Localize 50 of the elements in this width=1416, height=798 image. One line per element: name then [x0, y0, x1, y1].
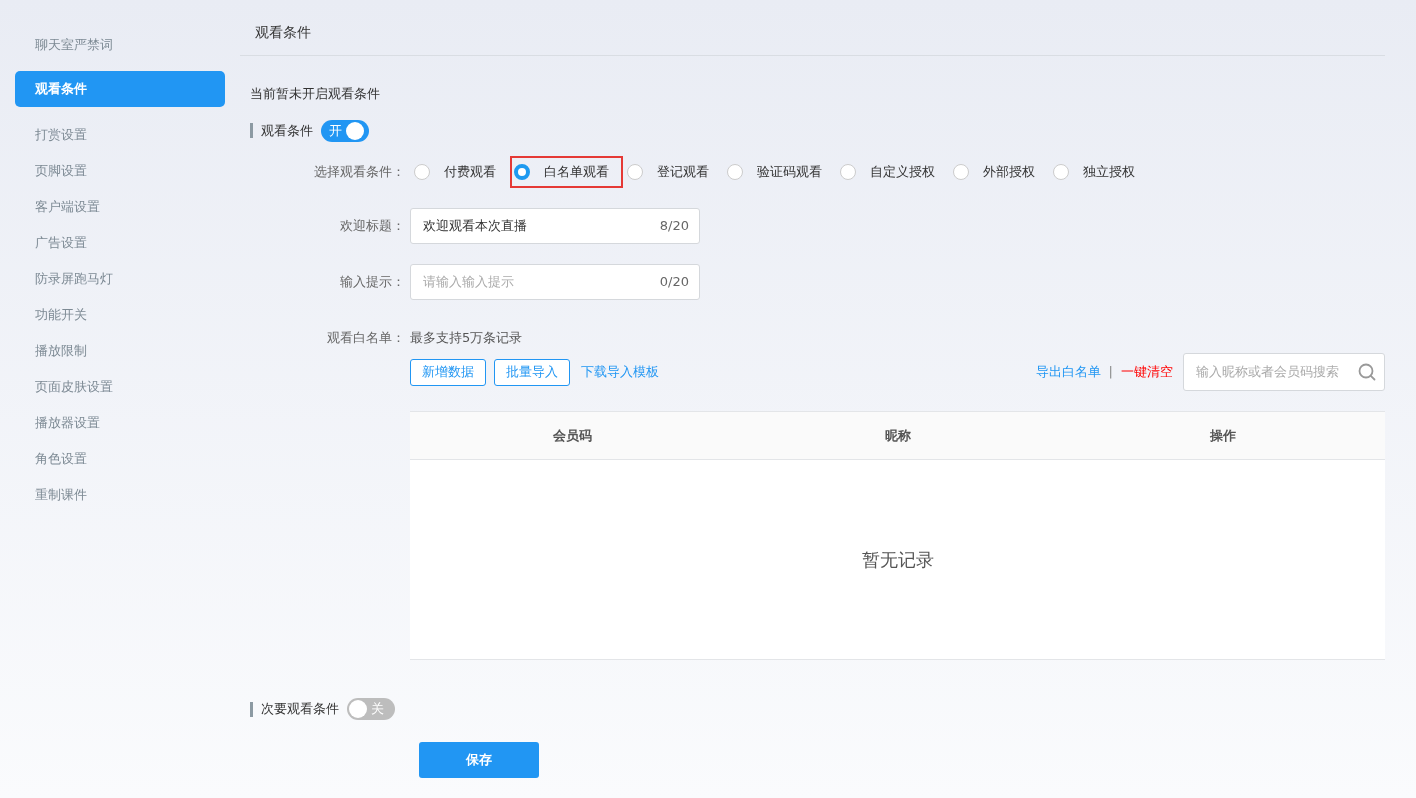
- field-label: 选择观看条件：: [314, 163, 405, 179]
- sidebar-item[interactable]: 角色设置: [15, 441, 225, 477]
- radio-option[interactable]: 付费观看: [410, 155, 510, 188]
- text-field[interactable]: 欢迎观看本次直播 8/20: [410, 207, 700, 244]
- char-counter: 8/20: [659, 216, 689, 235]
- sidebar-item[interactable]: 防录屏跑马灯: [15, 261, 225, 297]
- column-header: 操作: [1209, 426, 1236, 445]
- outline-button[interactable]: 批量导入: [494, 358, 570, 386]
- sidebar-item[interactable]: 播放器设置: [15, 405, 225, 441]
- column-header: 会员码: [553, 426, 592, 445]
- separator: |: [1108, 363, 1113, 382]
- save-button[interactable]: 保存: [419, 742, 539, 778]
- field-label: 观看白名单：: [327, 329, 405, 345]
- sidebar-item[interactable]: 重制课件: [15, 477, 225, 513]
- text-field[interactable]: 请输入输入提示 0/20: [410, 263, 700, 300]
- radio-option[interactable]: 自定义授权: [836, 155, 949, 188]
- sidebar-item[interactable]: 聊天室严禁词: [15, 27, 225, 63]
- field-label: 输入提示：: [340, 273, 405, 289]
- radio-option[interactable]: 验证码观看: [723, 155, 836, 188]
- status-notice: 当前暂未开启观看条件: [250, 86, 380, 101]
- radio-option[interactable]: 白名单观看: [510, 155, 623, 188]
- search-field[interactable]: 输入昵称或者会员码搜索: [1183, 353, 1385, 391]
- sidebar-item[interactable]: 页脚设置: [15, 153, 225, 189]
- sidebar-item[interactable]: 功能开关: [15, 297, 225, 333]
- text-input[interactable]: 请输入输入提示: [421, 264, 660, 299]
- toggle-switch[interactable]: 关: [347, 698, 395, 720]
- export-link[interactable]: 导出白名单: [1035, 362, 1101, 382]
- sidebar-item[interactable]: 页面皮肤设置: [15, 369, 225, 405]
- sidebar-item[interactable]: 观看条件: [15, 71, 225, 107]
- section-label: 观看条件: [261, 121, 313, 140]
- toggle-switch[interactable]: 开: [321, 119, 369, 142]
- clear-link[interactable]: 一键清空: [1121, 362, 1173, 382]
- sidebar-item[interactable]: 打赏设置: [15, 117, 225, 153]
- column-header: 昵称: [884, 426, 911, 445]
- template-link[interactable]: 下载导入模板: [581, 362, 659, 382]
- sidebar-item[interactable]: 播放限制: [15, 333, 225, 369]
- sidebar-item[interactable]: 广告设置: [15, 225, 225, 261]
- empty-message: 暂无记录: [861, 548, 934, 572]
- page-title: 观看条件: [255, 24, 311, 40]
- outline-button[interactable]: 新增数据: [410, 358, 486, 386]
- field-label: 欢迎标题：: [340, 217, 405, 233]
- section-label: 次要观看条件: [261, 700, 339, 719]
- radio-option[interactable]: 独立授权: [1049, 155, 1149, 188]
- radio-option[interactable]: 登记观看: [623, 155, 723, 188]
- whitelist-hint: 最多支持5万条记录: [410, 328, 523, 347]
- sidebar-item[interactable]: 客户端设置: [15, 189, 225, 225]
- radio-option[interactable]: 外部授权: [949, 155, 1049, 188]
- char-counter: 0/20: [659, 272, 689, 291]
- text-input[interactable]: 欢迎观看本次直播: [421, 208, 660, 243]
- search-icon[interactable]: [1358, 363, 1376, 381]
